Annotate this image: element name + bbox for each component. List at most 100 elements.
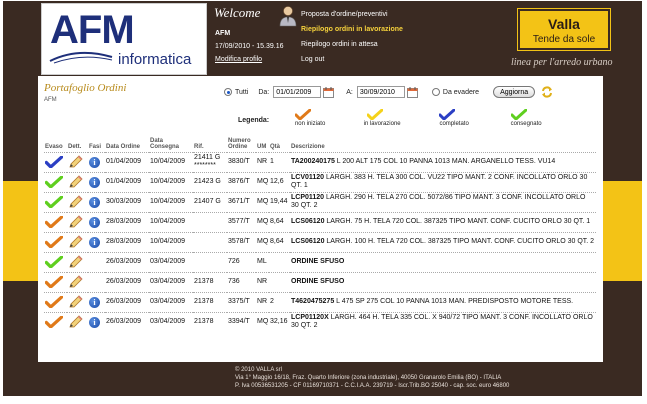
status-check-icon [45,216,63,228]
edit-pencil-icon[interactable] [68,275,84,289]
phases-cell[interactable]: i [88,311,105,332]
detail-cell[interactable] [67,231,88,252]
legend-label: completato [439,121,469,127]
edit-pencil-icon[interactable] [68,315,84,329]
to-date-input[interactable] [356,86,405,98]
edit-pencil-icon[interactable] [68,155,84,169]
brand-slogan: linea per l'arredo urbano [511,57,613,68]
logo-swoosh-icon [49,51,113,64]
table-row[interactable]: 26/03/2009 03/04/2009 21378 736 NR ORDINE SFU… [44,271,596,292]
detail-cell[interactable] [67,311,88,332]
radio-tutti[interactable] [224,88,232,96]
orders-panel: Portafoglio Ordini AFM Tutti Da: A: Da e… [38,76,603,362]
product-code: LCS06120 [291,218,325,225]
unit: NR [256,271,269,292]
edit-profile-link[interactable]: Modifica profilo [215,56,262,63]
phases-cell[interactable] [88,271,105,292]
calendar-icon[interactable] [323,86,335,98]
to-label: A: [346,88,353,96]
reference [193,211,227,232]
edit-pencil-icon[interactable] [68,295,84,309]
unit: NR [256,291,269,312]
phases-cell[interactable]: i [88,151,105,172]
detail-cell[interactable] [67,291,88,312]
table-row[interactable]: i 26/03/2009 03/04/2009 21378 3394/T MQ 32,16 L… [44,311,596,332]
from-date-input[interactable] [273,86,322,98]
quantity: 32,16 [269,311,290,332]
legend-item-completato: completato [419,109,491,129]
description: LCP01120 LARGH. 290 H. TELA 270 COL. 507… [290,191,596,212]
edit-pencil-icon[interactable] [68,235,84,249]
refresh-icon[interactable] [541,86,553,98]
info-icon[interactable]: i [89,296,100,308]
legend-item-in-lavorazione: in lavorazione [347,109,419,129]
info-icon[interactable]: i [89,316,100,328]
menu-item-riepilogo-lavorazione[interactable]: Riepilogo ordini in lavorazione [301,22,403,37]
detail-cell[interactable] [67,171,88,192]
description: LCV01120 LARGH. 383 H. TELA 300 COL. VU2… [290,171,596,192]
menu-item-riepilogo-attesa[interactable]: Riepilogo ordini in attesa [301,37,403,52]
status-check-icon [45,256,63,268]
welcome-heading: Welcome [214,5,261,20]
product-description: L 475 SP 275 COL 10 PANNA 1013 MAN. PRED… [334,298,574,305]
detail-cell[interactable] [67,271,88,292]
product-description: L 200 ALT 175 COL 10 PANNA 1013 MAN. ARG… [334,158,556,165]
calendar-icon[interactable] [406,86,418,98]
detail-cell[interactable] [67,211,88,232]
menu-item-proposta[interactable]: Proposta d'ordine/preventivi [301,7,403,22]
status-check-icon [45,296,63,308]
detail-cell[interactable] [67,191,88,212]
phases-cell[interactable] [88,251,105,272]
status-cell [44,231,67,252]
table-row[interactable]: i 28/03/2009 10/04/2009 3578/T MQ 8,64 LCS0612… [44,231,596,252]
edit-pencil-icon[interactable] [68,255,84,269]
table-row[interactable]: i 30/03/2009 10/04/2009 21407 G 3671/T MQ 19,4… [44,191,596,212]
info-icon[interactable]: i [89,156,100,168]
legend-label: non iniziato [294,121,326,127]
table-row[interactable]: i 26/03/2009 03/04/2009 21378 3375/T NR 2 T4620… [44,291,596,312]
phases-cell[interactable]: i [88,291,105,312]
reference [193,231,227,252]
radio-da-evadere[interactable] [431,88,440,96]
status-cell [44,311,67,332]
detail-cell[interactable] [67,151,88,172]
delivery-date: 10/04/2009 [149,211,193,232]
order-date: 01/04/2009 [105,171,149,192]
footer-copyright: © 2010 VALLA srl [235,367,283,373]
phases-cell[interactable]: i [88,191,105,212]
info-icon[interactable]: i [89,216,100,228]
table-row[interactable]: i 01/04/2009 10/04/2009 21411 G ******** 383… [44,151,596,172]
phases-cell[interactable]: i [88,231,105,252]
info-icon[interactable]: i [89,196,100,208]
table-row[interactable]: i 28/03/2009 10/04/2009 3577/T MQ 8,64 LCS0612… [44,211,596,232]
info-icon[interactable]: i [89,236,100,248]
column-header: Descrizione [291,143,325,150]
info-icon[interactable]: i [89,176,100,188]
status-cell [44,271,67,292]
product-description: LARGH. 290 H. TELA 270 COL. 5072/86 TIPO… [291,194,586,209]
phases-cell[interactable]: i [88,211,105,232]
table-row[interactable]: i 01/04/2009 10/04/2009 21423 G 3876/T MQ 12,6… [44,171,596,192]
order-date: 28/03/2009 [105,211,149,232]
column-header: Data Ordine [106,143,141,150]
table-row[interactable]: 26/03/2009 03/04/2009 726 ML ORDINE SFUSO [44,251,596,272]
status-cell [44,211,67,232]
status-check-icon [45,276,63,288]
column-header: Dett. [68,143,82,150]
unit: MQ [256,191,269,212]
order-number: 3830/T [227,151,256,172]
edit-pencil-icon[interactable] [68,175,84,189]
detail-cell[interactable] [67,251,88,272]
delivery-date: 03/04/2009 [149,271,193,292]
menu-item-logout[interactable]: Log out [301,52,403,67]
phases-cell[interactable]: i [88,171,105,192]
reference [193,251,227,272]
check-orange-icon [295,109,312,120]
status-check-icon [45,176,63,188]
status-cell [44,291,67,312]
update-button[interactable]: Aggiorna [493,86,536,98]
edit-pencil-icon[interactable] [68,215,84,229]
description: ORDINE SFUSO [290,271,596,292]
edit-pencil-icon[interactable] [68,195,84,209]
reference: 21411 G ******** [193,151,227,172]
